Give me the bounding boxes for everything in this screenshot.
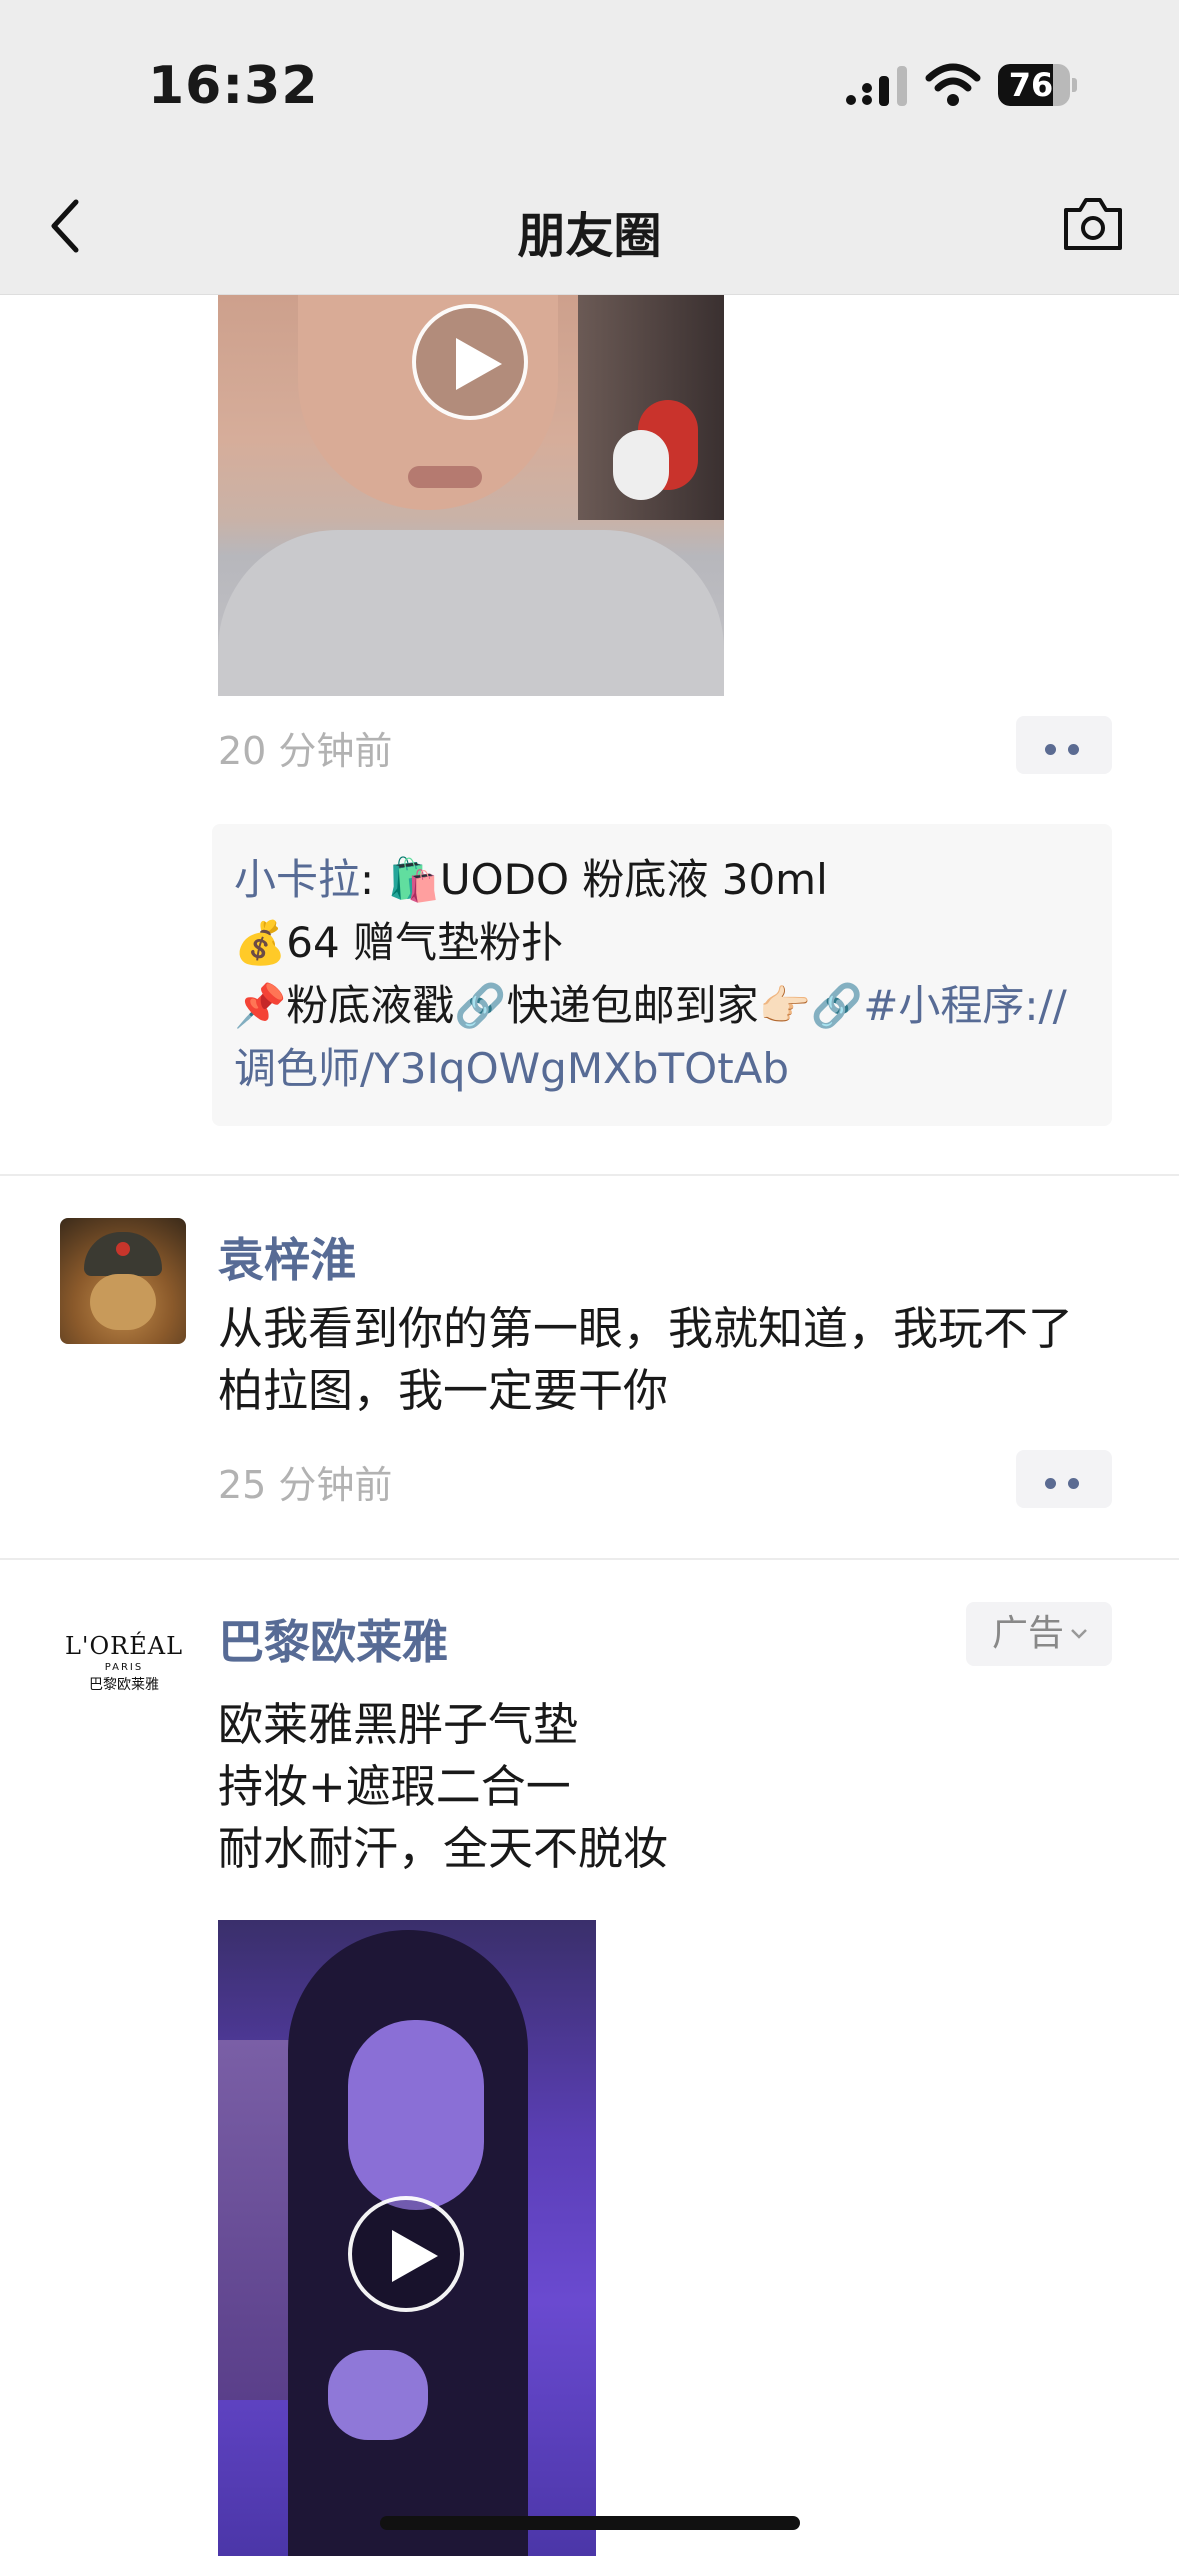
comment-box: 小卡拉: 🛍️UODO 粉底液 30ml 💰64 赠气垫粉扑 📌粉底液戳🔗快递包… (212, 824, 1112, 1126)
more-dots-icon (1045, 740, 1091, 759)
home-indicator[interactable] (380, 2516, 800, 2530)
hat-star (116, 1242, 130, 1256)
comment-line-1: 🛍️UODO 粉底液 30ml (387, 855, 828, 904)
ad-text: 欧莱雅黑胖子气垫 持妆+遮瑕二合一 耐水耐汗，全天不脱妆 (218, 1694, 1098, 1880)
status-time: 16:32 (148, 56, 319, 116)
battery-indicator: 76 (998, 64, 1078, 106)
crowd-left (218, 2040, 298, 2400)
battery-nub (1072, 78, 1077, 92)
play-button-ad[interactable] (348, 2196, 464, 2312)
camera-button[interactable] (1060, 196, 1126, 254)
post-time: 25 分钟前 (218, 1463, 393, 1507)
hand (328, 2350, 428, 2440)
chevron-down-icon (1071, 1629, 1087, 1639)
ad-label: 广告 (992, 1613, 1065, 1654)
ad-author[interactable]: 巴黎欧莱雅 (218, 1606, 448, 1672)
play-button-1[interactable] (412, 304, 528, 420)
logo-paris: PARIS (104, 1662, 144, 1673)
ad-line-1: 欧莱雅黑胖子气垫 (218, 1698, 579, 1751)
face (348, 2020, 484, 2210)
video-thumbnail-1[interactable] (218, 230, 724, 696)
ad-line-3: 耐水耐汗，全天不脱妆 (218, 1822, 669, 1875)
battery-body: 76 (998, 64, 1070, 106)
battery-percent: 76 (1008, 66, 1054, 104)
comment-line-3: 📌粉底液戳🔗快递包邮到家👉🏻🔗 (234, 981, 864, 1030)
comment-line-2: 💰64 赠气垫粉扑 (234, 918, 564, 967)
page-title: 朋友圈 (517, 208, 662, 264)
post-text: 从我看到你的第一眼，我就知道，我玩不了柏拉图，我一定要干你 (218, 1302, 1074, 1417)
divider (0, 1558, 1179, 1560)
logo-cn: 巴黎欧莱雅 (89, 1677, 159, 1693)
video-thumbnail-ad[interactable] (218, 1920, 596, 2556)
more-dots-icon (1045, 1474, 1091, 1493)
divider (0, 1174, 1179, 1176)
decoration-white (613, 430, 669, 500)
cellular-signal-icon (846, 66, 907, 106)
shirt (218, 530, 724, 696)
mouth (408, 466, 482, 488)
top-bar: 16:32 76 朋友圈 (0, 0, 1179, 295)
comment-text: 小卡拉: 🛍️UODO 粉底液 30ml 💰64 赠气垫粉扑 📌粉底液戳🔗快递包… (234, 848, 1094, 1100)
more-button-1[interactable] (1016, 716, 1112, 774)
post-author[interactable]: 袁梓淮 (218, 1224, 356, 1290)
ad-label-button[interactable]: 广告 (966, 1602, 1112, 1666)
wifi-icon (925, 63, 981, 106)
brand-logo[interactable]: L'ORÉAL PARIS 巴黎欧莱雅 (54, 1632, 194, 1712)
more-button-2[interactable] (1016, 1450, 1112, 1508)
comment-author[interactable]: 小卡拉 (234, 855, 360, 904)
post-time: 20 分钟前 (218, 729, 393, 773)
comment-separator: : (360, 855, 388, 904)
ad-line-2: 持妆+遮瑕二合一 (218, 1760, 571, 1813)
logo-brand: L'ORÉAL (64, 1632, 184, 1660)
avatar[interactable] (60, 1218, 186, 1344)
cat-face (90, 1274, 156, 1330)
